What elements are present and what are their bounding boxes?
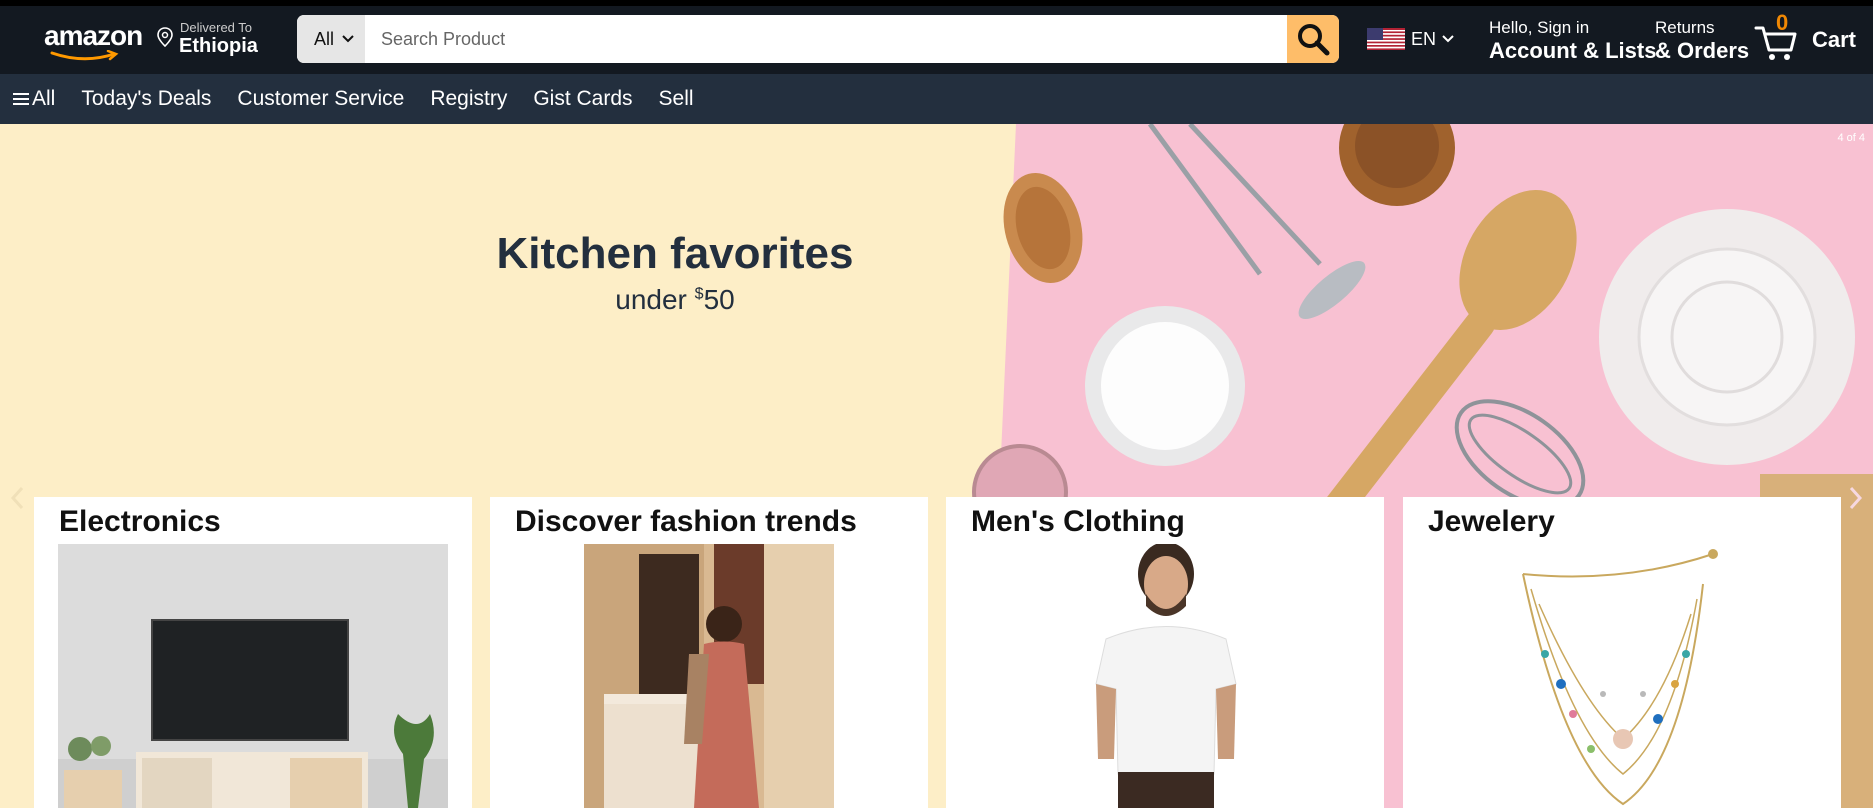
nav-gift-cards[interactable]: Gist Cards	[520, 87, 645, 111]
language-code: EN	[1411, 28, 1437, 49]
category-card-fashion[interactable]: Discover fashion trends	[490, 497, 928, 808]
search-icon	[1298, 24, 1330, 56]
nav-sell[interactable]: Sell	[646, 87, 707, 111]
account-greeting: Hello, Sign in	[1489, 18, 1590, 37]
smile-arrow-icon	[50, 50, 119, 61]
language-selector[interactable]: EN	[1367, 28, 1454, 50]
top-header: amazon Delivered To Ethiopia All Search …	[0, 0, 1873, 74]
deliver-to-label: Delivered To	[180, 20, 253, 35]
category-card-electronics[interactable]: Electronics	[34, 497, 472, 808]
nav-bar: All Today's Deals Customer Service Regis…	[0, 74, 1873, 124]
slide-counter: 4 of 4	[1837, 132, 1865, 144]
carousel-prev-icon[interactable]	[10, 486, 24, 510]
nav-all-menu[interactable]: All	[0, 87, 68, 111]
cart-button[interactable]: 0 Cart	[1754, 10, 1864, 64]
hero-subtitle: under $50	[440, 284, 910, 316]
orders-label: & Orders	[1655, 38, 1750, 63]
cart-icon	[1754, 26, 1797, 60]
man-tshirt-image[interactable]	[1076, 544, 1246, 808]
fashion-woman-image[interactable]	[584, 544, 834, 808]
category-card-jewelery[interactable]: Jewelery	[1403, 497, 1841, 808]
search-category-value: All	[313, 28, 334, 49]
search-bar: All	[297, 15, 1339, 63]
carousel-next-icon[interactable]	[1849, 486, 1863, 510]
nav-customer-service[interactable]: Customer Service	[224, 87, 417, 111]
location-pin-icon	[157, 27, 173, 47]
logo-text: amazon	[44, 20, 143, 51]
returns-orders[interactable]: Returns & Orders	[1655, 18, 1749, 64]
search-category-select[interactable]: All	[297, 15, 365, 63]
hero-subtitle-currency: $	[694, 285, 704, 303]
card-title: Men's Clothing	[971, 505, 1185, 538]
hero-subtitle-amount: 50	[703, 284, 735, 315]
chevron-down-icon	[342, 35, 354, 43]
nav-registry[interactable]: Registry	[417, 87, 520, 111]
returns-label: Returns	[1655, 18, 1715, 37]
nav-todays-deals[interactable]: Today's Deals	[68, 87, 224, 111]
cart-label: Cart	[1812, 27, 1857, 52]
card-title: Discover fashion trends	[515, 505, 857, 538]
deliver-to-location: Ethiopia	[179, 35, 258, 57]
card-title: Electronics	[59, 505, 221, 538]
category-card-mens-clothing[interactable]: Men's Clothing	[946, 497, 1384, 808]
search-button[interactable]	[1287, 15, 1339, 63]
card-title: Jewelery	[1428, 505, 1555, 538]
chevron-down-icon	[1442, 35, 1454, 43]
amazon-logo[interactable]: amazon	[44, 20, 143, 61]
search-input[interactable]	[365, 15, 1287, 63]
hamburger-menu-icon	[13, 93, 29, 105]
nav-all-label: All	[32, 87, 56, 110]
account-label: Account & Lists	[1489, 38, 1657, 63]
us-flag-icon	[1367, 28, 1405, 50]
tv-stand-image[interactable]	[58, 544, 448, 808]
necklace-image[interactable]	[1503, 544, 1743, 808]
hero-title: Kitchen favorites	[496, 229, 854, 278]
account-lists[interactable]: Hello, Sign in Account & Lists	[1489, 18, 1656, 64]
hero-subtitle-prefix: under	[615, 284, 695, 315]
